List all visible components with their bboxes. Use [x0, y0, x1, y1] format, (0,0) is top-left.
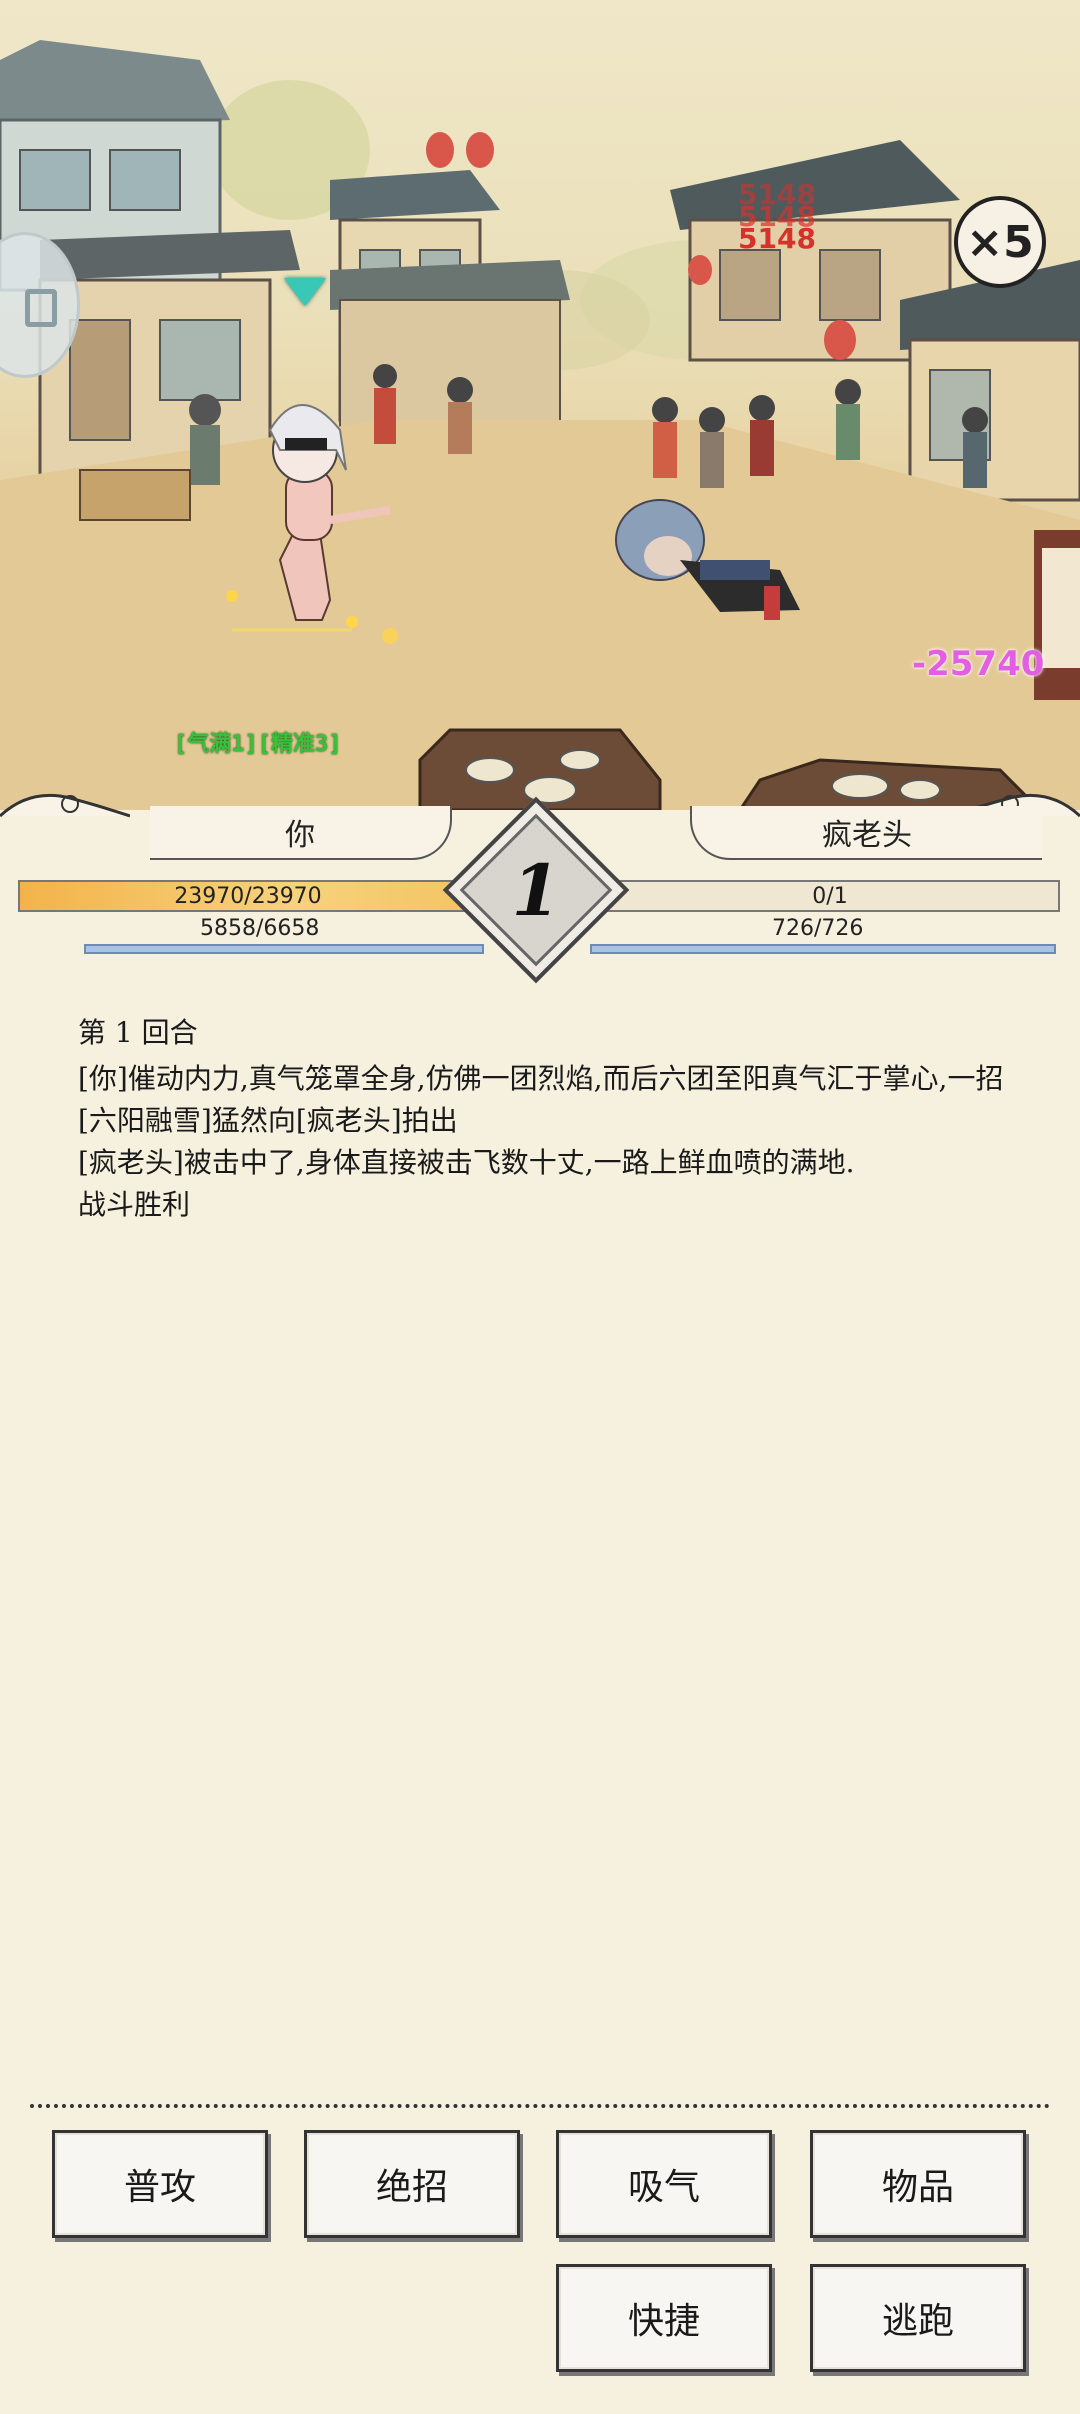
enemy-damage-number: -25740 — [912, 644, 1045, 684]
action-divider — [30, 2104, 1050, 2108]
ultimate-button[interactable]: 绝招 — [304, 2130, 520, 2238]
log-line: [疯老头]被击中了,身体直接被击飞数十丈,一路上鲜血喷的满地. — [78, 1146, 855, 1179]
enemy-hp-text: 0/1 — [812, 883, 848, 909]
items-button[interactable]: 物品 — [810, 2130, 1026, 2238]
log-line: [你]催动内力,真气笼罩全身,仿佛一团烈焰,而后六团至阳真气汇于掌心,一招[六阳… — [78, 1062, 1004, 1137]
battle-scene: ×5 5148 5148 5148 -25740 [气满1][精准3] — [0, 0, 1080, 810]
absorb-qi-button[interactable]: 吸气 — [556, 2130, 772, 2238]
player-hp-text: 23970/23970 — [174, 883, 322, 909]
log-round-title: 第 1 回合 — [78, 1016, 198, 1049]
player-name: 你 — [150, 806, 452, 860]
player-status-tags: [气满1][精准3] — [174, 732, 342, 757]
battle-log: 第 1 回合 [你]催动内力,真气笼罩全身,仿佛一团烈焰,而后六团至阳真气汇于掌… — [78, 1012, 1008, 1226]
enemy-mp-bar — [590, 944, 1056, 954]
scene-illustration — [0, 40, 1080, 810]
enemy-name: 疯老头 — [690, 806, 1042, 860]
turn-indicator-icon — [284, 278, 326, 306]
enemy-mp-text: 726/726 — [772, 916, 864, 941]
attack-button[interactable]: 普攻 — [52, 2130, 268, 2238]
flee-button[interactable]: 逃跑 — [810, 2264, 1026, 2372]
quick-button[interactable]: 快捷 — [556, 2264, 772, 2372]
player-hp-bar: 23970/23970 — [18, 880, 478, 912]
log-line: 战斗胜利 — [78, 1188, 191, 1221]
float-damage-number: 5148 — [738, 222, 816, 255]
round-number: 1 — [511, 848, 561, 932]
player-mp-text: 5858/6658 — [200, 916, 320, 941]
enemy-hp-bar: 0/1 — [600, 880, 1060, 912]
speed-badge[interactable]: ×5 — [954, 196, 1046, 288]
player-mp-bar — [84, 944, 484, 954]
speed-multiplier-label: ×5 — [966, 216, 1034, 268]
